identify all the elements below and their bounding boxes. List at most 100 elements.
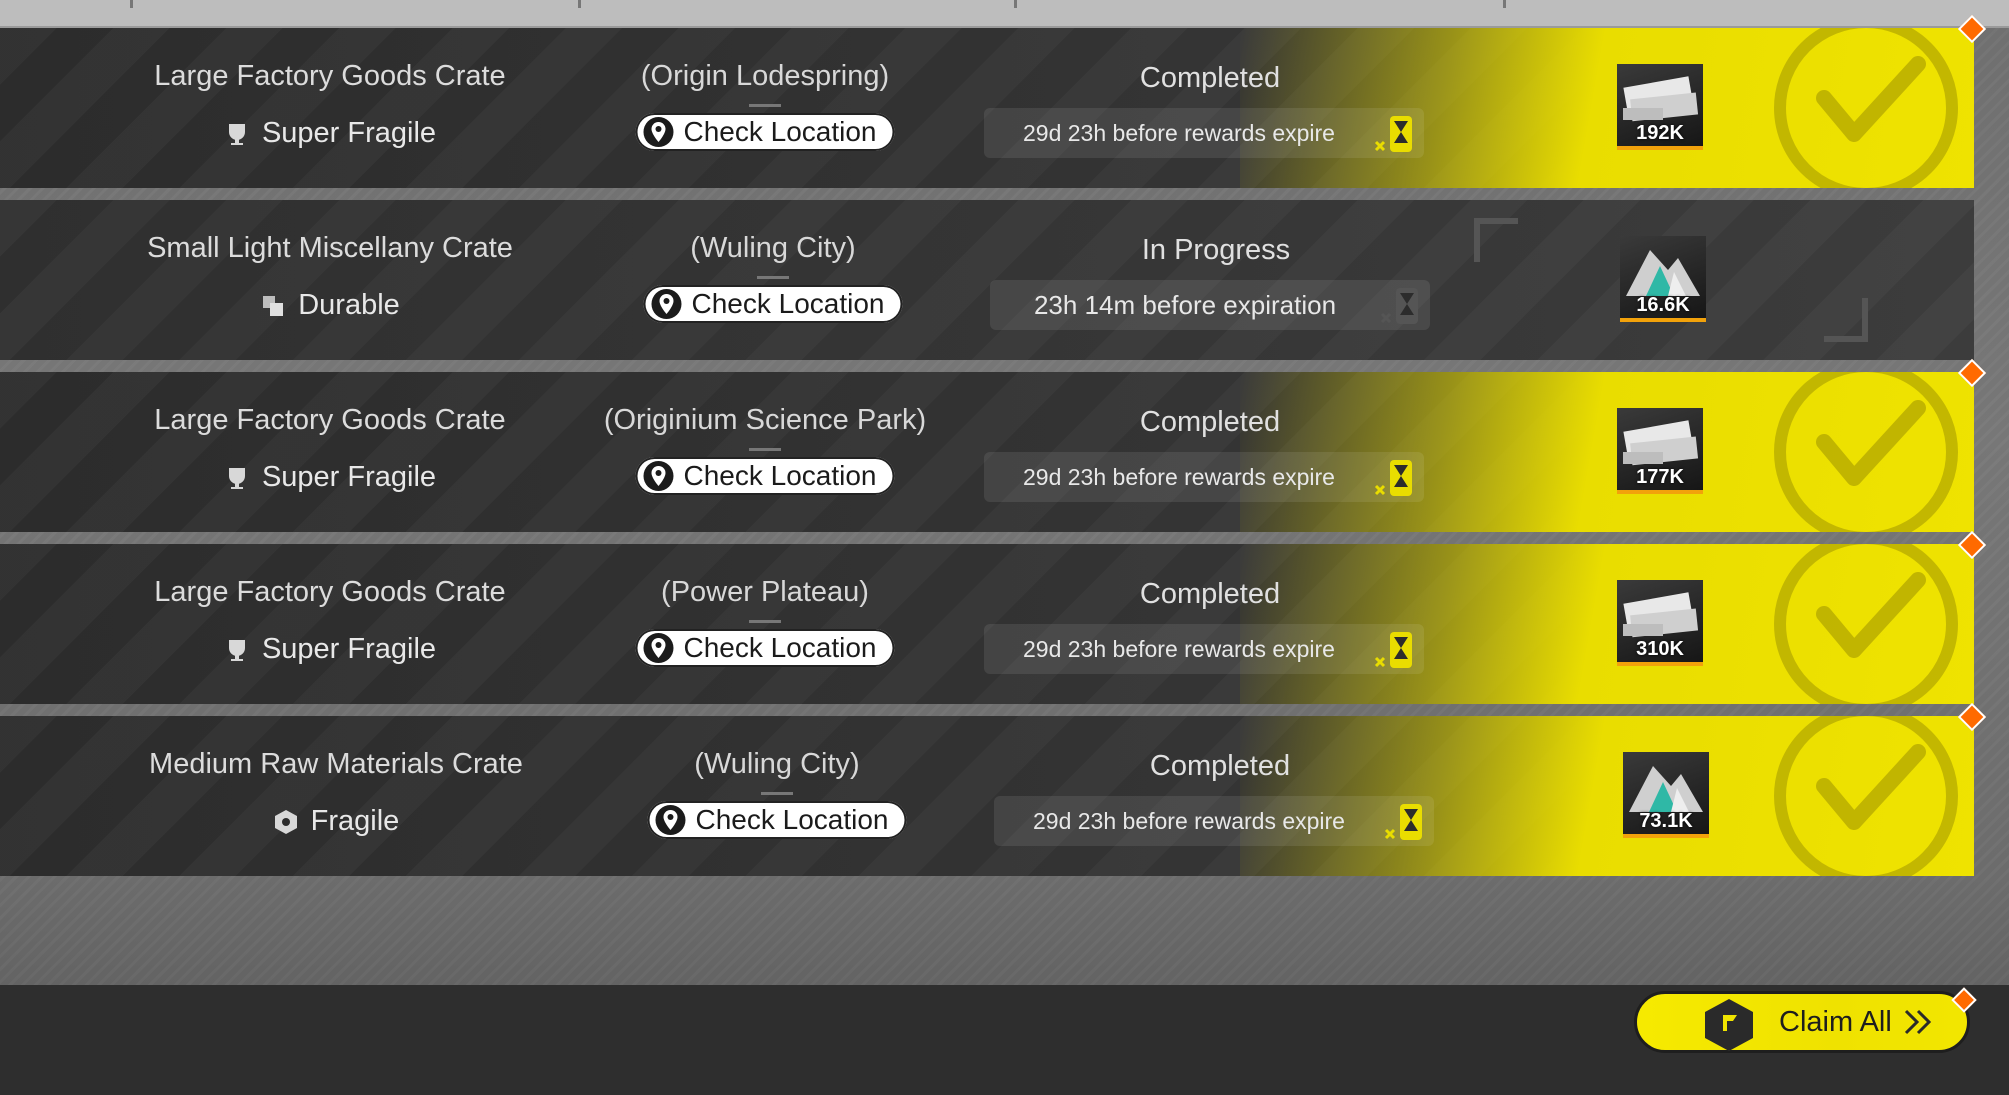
hourglass-icon — [1374, 460, 1412, 496]
reward-amount: 73.1K — [1639, 810, 1693, 832]
completed-check-icon — [1774, 544, 1958, 704]
timer-text: 29d 23h before rewards expire — [1023, 119, 1335, 146]
header-divider — [1503, 0, 1506, 8]
location-column: (Power Plateau) Check Location — [560, 544, 970, 704]
timer-text: 23h 14m before expiration — [1033, 289, 1337, 320]
completed-check-icon — [1774, 28, 1958, 188]
reward-amount: 192K — [1636, 122, 1684, 144]
location-name: (Origin Lodespring) — [560, 60, 970, 107]
expiry-timer: 29d 23h before rewards expire — [984, 108, 1424, 158]
map-pin-icon — [651, 289, 682, 319]
cup-icon — [228, 123, 245, 145]
location-name: (Originium Science Park) — [560, 404, 970, 451]
fragility-text: Super Fragile — [261, 633, 437, 665]
crate-name: Medium Raw Materials Crate — [149, 748, 523, 780]
location-name: (Wuling City) — [572, 748, 982, 795]
check-location-label: Check Location — [683, 632, 877, 663]
status-column: Completed 29d 23h before rewards expire — [970, 28, 1450, 188]
status-text: Completed — [1139, 578, 1281, 610]
crate-name: Large Factory Goods Crate — [154, 576, 506, 608]
reward-item[interactable]: 16.6K — [1620, 236, 1706, 322]
map-pin-icon — [643, 117, 674, 147]
layers-icon — [263, 295, 284, 316]
status-text: In Progress — [1141, 234, 1291, 266]
focus-corner-top — [1474, 218, 1518, 262]
hourglass-icon — [1374, 632, 1412, 668]
map-pin-icon — [643, 633, 674, 663]
crate-name: Large Factory Goods Crate — [154, 404, 506, 436]
fragility-label: Super Fragile — [100, 633, 560, 666]
fragility-label: Super Fragile — [100, 461, 560, 494]
crate-column: Large Factory Goods Crate Super Fragile — [100, 372, 560, 532]
reward-amount: 16.6K — [1636, 294, 1690, 316]
status-text: Completed — [1139, 62, 1281, 94]
location-name: (Wuling City) — [568, 232, 978, 279]
claim-all-button[interactable]: Claim All — [1634, 991, 1970, 1053]
crate-column: Large Factory Goods Crate Super Fragile — [100, 544, 560, 704]
fragility-label: Fragile — [106, 805, 566, 838]
timer-text: 29d 23h before rewards expire — [1023, 463, 1335, 490]
check-location-label: Check Location — [695, 804, 889, 835]
order-row[interactable]: Medium Raw Materials Crate Fragile (Wuli… — [0, 716, 1974, 876]
check-location-label: Check Location — [683, 460, 877, 491]
order-row[interactable]: Large Factory Goods Crate Super Fragile … — [0, 372, 1974, 532]
location-column: (Originium Science Park) Check Location — [560, 372, 970, 532]
check-location-button[interactable]: Check Location — [647, 801, 907, 839]
header-divider — [1014, 0, 1017, 8]
order-row[interactable]: Large Factory Goods Crate Super Fragile … — [0, 28, 1974, 188]
completed-check-icon — [1774, 372, 1958, 532]
order-row[interactable]: Large Factory Goods Crate Super Fragile … — [0, 544, 1974, 704]
claim-all-label: Claim All — [1779, 1005, 1892, 1038]
check-location-label: Check Location — [683, 116, 877, 147]
crate-column: Large Factory Goods Crate Super Fragile — [100, 28, 560, 188]
order-row[interactable]: Small Light Miscellany Crate Durable (Wu… — [0, 200, 1974, 360]
claim-hexagon-icon — [1705, 999, 1753, 1051]
fragility-text: Durable — [298, 289, 400, 321]
location-column: (Wuling City) Check Location — [568, 200, 978, 360]
location-column: (Origin Lodespring) Check Location — [560, 28, 970, 188]
map-pin-icon — [643, 461, 674, 491]
hexagon-icon — [274, 809, 297, 834]
double-chevron-right-icon — [1904, 1009, 1931, 1035]
cup-icon — [228, 639, 245, 661]
fragility-text: Super Fragile — [261, 461, 437, 493]
status-column: Completed 29d 23h before rewards expire — [970, 544, 1450, 704]
map-pin-icon — [655, 805, 686, 835]
expiry-timer: 23h 14m before expiration — [990, 280, 1430, 330]
timer-text: 29d 23h before rewards expire — [1033, 807, 1345, 834]
check-location-label: Check Location — [691, 288, 885, 319]
reward-item[interactable]: 310K — [1617, 580, 1703, 666]
status-column: In Progress 23h 14m before expiration — [976, 200, 1456, 360]
cup-icon — [228, 467, 245, 489]
fragility-label: Super Fragile — [100, 117, 560, 150]
check-location-button[interactable]: Check Location — [635, 113, 895, 151]
check-location-button[interactable]: Check Location — [643, 285, 903, 323]
header-divider — [130, 0, 133, 8]
reward-item[interactable]: 73.1K — [1623, 752, 1709, 838]
status-column: Completed 29d 23h before rewards expire — [980, 716, 1460, 876]
hourglass-icon — [1374, 116, 1412, 152]
reward-amount: 177K — [1636, 466, 1684, 488]
hourglass-icon — [1384, 804, 1422, 840]
crate-name: Large Factory Goods Crate — [154, 60, 506, 92]
crate-column: Small Light Miscellany Crate Durable — [100, 200, 560, 360]
expiry-timer: 29d 23h before rewards expire — [984, 452, 1424, 502]
reward-item[interactable]: 177K — [1617, 408, 1703, 494]
status-text: Completed — [1149, 750, 1291, 782]
hourglass-icon — [1380, 288, 1418, 324]
location-name: (Power Plateau) — [560, 576, 970, 623]
completed-check-icon — [1774, 716, 1958, 876]
check-location-button[interactable]: Check Location — [635, 457, 895, 495]
fragility-text: Super Fragile — [261, 117, 437, 149]
header-divider — [578, 0, 581, 8]
expiry-timer: 29d 23h before rewards expire — [994, 796, 1434, 846]
fragility-label: Durable — [100, 289, 560, 322]
reward-item[interactable]: 192K — [1617, 64, 1703, 150]
fragility-text: Fragile — [310, 805, 400, 837]
location-column: (Wuling City) Check Location — [572, 716, 982, 876]
expiry-timer: 29d 23h before rewards expire — [984, 624, 1424, 674]
check-location-button[interactable]: Check Location — [635, 629, 895, 667]
timer-text: 29d 23h before rewards expire — [1023, 635, 1335, 662]
top-header-strip — [0, 0, 2009, 28]
crate-column: Medium Raw Materials Crate Fragile — [106, 716, 566, 876]
